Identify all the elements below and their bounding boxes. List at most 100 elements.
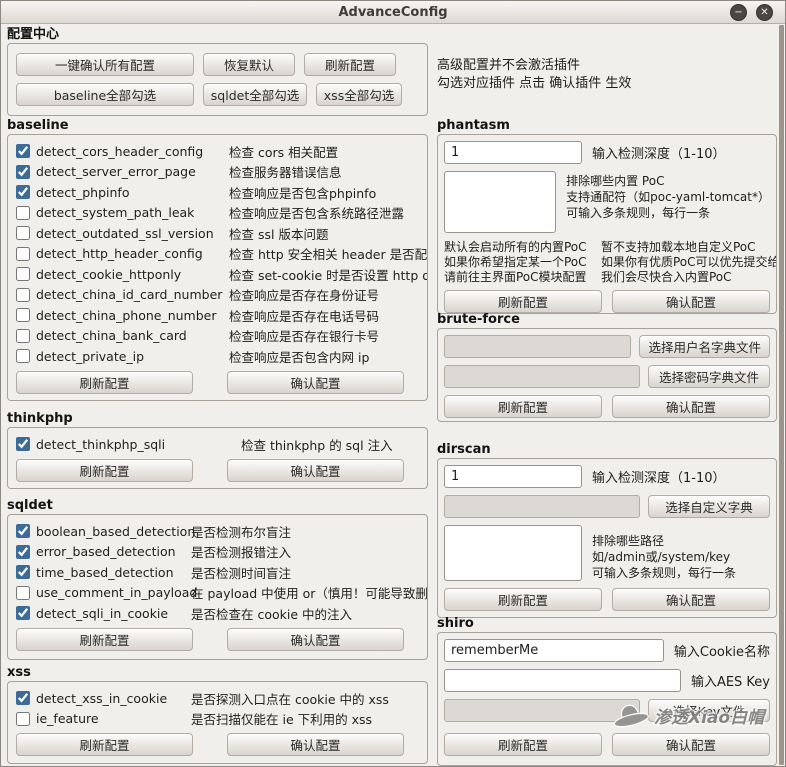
checkbox-row[interactable]: detect_http_header_config 检查 http 安全相关 h… <box>16 244 419 265</box>
checkbox-row[interactable]: detect_system_path_leak 检查响应是否包含系统路径泄露 <box>16 203 419 224</box>
sqldet-group-title: sqldet <box>7 498 428 514</box>
checkbox-row[interactable]: detect_china_phone_number 检查响应是否存在电话号码 <box>16 305 419 326</box>
baseline-confirm-button[interactable]: 确认配置 <box>227 371 404 394</box>
item-checkbox[interactable] <box>16 691 30 705</box>
dirscan-depth-input[interactable] <box>444 465 582 488</box>
checkbox-row[interactable]: error_based_detection 是否检测报错注入 <box>16 542 419 563</box>
item-checkbox[interactable] <box>16 308 30 322</box>
item-checkbox[interactable] <box>16 267 30 281</box>
refresh-all-configs-button[interactable]: 刷新配置 <box>304 53 396 76</box>
phantasm-confirm-button[interactable]: 确认配置 <box>612 290 770 313</box>
shiro-cookie-name-input[interactable] <box>444 639 664 662</box>
checkbox-row[interactable]: use_comment_in_payload 在 payload 中使用 or（… <box>16 583 419 604</box>
shiro-refresh-button[interactable]: 刷新配置 <box>444 733 602 756</box>
phantasm-info-left: 默认会启动所有的内置PoC 如果你希望指定某一个PoC 请前往主界面PoC模块配… <box>444 240 601 285</box>
restore-defaults-button[interactable]: 恢复默认 <box>203 53 295 76</box>
note-line: 暂不支持加载本地自定义PoC <box>601 240 770 255</box>
phantasm-depth-input[interactable] <box>444 141 582 164</box>
checkbox-row[interactable]: detect_xss_in_cookie 是否探测入口点在 cookie 中的 … <box>16 688 419 709</box>
item-desc: 是否检测布尔盲注 <box>191 522 291 541</box>
item-checkbox[interactable] <box>16 437 30 451</box>
phantasm-action-row: 刷新配置 确认配置 <box>444 290 770 313</box>
item-checkbox[interactable] <box>16 329 30 343</box>
thinkphp-confirm-button[interactable]: 确认配置 <box>227 459 404 482</box>
scrollbar-thumb[interactable] <box>779 25 784 765</box>
phantasm-exclude-textarea[interactable] <box>444 171 556 233</box>
window-title: AdvanceConfig <box>338 5 447 20</box>
item-checkbox[interactable] <box>16 545 30 559</box>
sqldet-refresh-button[interactable]: 刷新配置 <box>16 628 193 651</box>
xss-select-all-button[interactable]: xss全部勾选 <box>316 83 402 106</box>
baseline-group: baseline detect_cors_header_config 检查 co… <box>7 118 428 401</box>
brute-force-group-title: brute-force <box>437 312 777 328</box>
dirscan-frame: 输入检测深度（1-10） 选择自定义字典 排除哪些路径 如/admin或/sys… <box>437 458 777 618</box>
checkbox-row[interactable]: detect_server_error_page 检查服务器错误信息 <box>16 162 419 183</box>
bruteforce-password-dict-button[interactable]: 选择密码字典文件 <box>648 365 770 388</box>
bruteforce-confirm-button[interactable]: 确认配置 <box>612 395 770 418</box>
item-checkbox[interactable] <box>16 606 30 620</box>
dirscan-exclude-textarea[interactable] <box>444 525 582 581</box>
item-checkbox[interactable] <box>16 144 30 158</box>
item-label: ie_feature <box>36 711 99 726</box>
sqldet-select-all-button[interactable]: sqldet全部勾选 <box>203 83 307 106</box>
item-checkbox[interactable] <box>16 206 30 220</box>
checkbox-row[interactable]: detect_phpinfo 检查响应是否包含phpinfo <box>16 182 419 203</box>
item-checkbox[interactable] <box>16 165 30 179</box>
item-checkbox[interactable] <box>16 565 30 579</box>
checkbox-row[interactable]: detect_sqli_in_cookie 是否检查在 cookie 中的注入 <box>16 603 419 624</box>
item-checkbox[interactable] <box>16 712 30 726</box>
close-button[interactable]: ✕ <box>756 4 773 21</box>
item-checkbox[interactable] <box>16 247 30 261</box>
thinkphp-refresh-button[interactable]: 刷新配置 <box>16 459 193 482</box>
checkbox-row[interactable]: detect_cors_header_config 检查 cors 相关配置 <box>16 141 419 162</box>
item-checkbox[interactable] <box>16 288 30 302</box>
phantasm-refresh-button[interactable]: 刷新配置 <box>444 290 602 313</box>
checkbox-row[interactable]: detect_china_bank_card 检查响应是否存在银行卡号 <box>16 326 419 347</box>
item-checkbox[interactable] <box>16 185 30 199</box>
xss-refresh-button[interactable]: 刷新配置 <box>16 733 193 756</box>
item-label: detect_xss_in_cookie <box>36 691 167 706</box>
thinkphp-action-row: 刷新配置 确认配置 <box>16 459 419 482</box>
config-center-title: 配置中心 <box>7 27 428 43</box>
bruteforce-refresh-button[interactable]: 刷新配置 <box>444 395 602 418</box>
item-checkbox[interactable] <box>16 349 30 363</box>
sqldet-confirm-button[interactable]: 确认配置 <box>227 628 404 651</box>
bruteforce-username-dict-button[interactable]: 选择用户名字典文件 <box>639 335 770 358</box>
item-checkbox[interactable] <box>16 524 30 538</box>
shiro-confirm-button[interactable]: 确认配置 <box>612 733 770 756</box>
checkbox-row[interactable]: detect_thinkphp_sqli 检查 thinkphp 的 sql 注… <box>16 434 419 455</box>
checkbox-row[interactable]: detect_private_ip 检查响应是否包含内网 ip <box>16 346 419 367</box>
dirscan-dict-button[interactable]: 选择自定义字典 <box>648 495 770 518</box>
checkbox-row[interactable]: time_based_detection 是否检测时间盲注 <box>16 562 419 583</box>
phantasm-exclude-notes: 排除哪些内置 PoC 支持通配符（如poc-yaml-tomcat*） 可输入多… <box>566 171 770 221</box>
checkbox-row[interactable]: boolean_based_detection 是否检测布尔盲注 <box>16 521 419 542</box>
checkbox-row[interactable]: detect_china_id_card_number 检查响应是否存在身份证号 <box>16 285 419 306</box>
sqldet-group: sqldet boolean_based_detection 是否检测布尔盲注 … <box>7 498 428 660</box>
confirm-all-configs-button[interactable]: 一键确认所有配置 <box>16 53 194 76</box>
baseline-refresh-button[interactable]: 刷新配置 <box>16 371 193 394</box>
item-desc: 检查服务器错误信息 <box>229 162 342 181</box>
bruteforce-username-path-field <box>444 335 631 358</box>
config-button-row-1: 一键确认所有配置 恢复默认 刷新配置 <box>16 53 419 76</box>
note-line: 默认会启动所有的内置PoC <box>444 240 601 255</box>
shiro-aes-key-input[interactable] <box>444 669 681 692</box>
scrollbar[interactable] <box>779 25 784 765</box>
minimize-button[interactable]: − <box>730 4 747 21</box>
item-desc: 是否探测入口点在 cookie 中的 xss <box>191 689 389 708</box>
checkbox-row[interactable]: ie_feature 是否扫描仅能在 ie 下利用的 xss <box>16 709 419 730</box>
item-label: detect_china_id_card_number <box>36 287 222 302</box>
brute-force-frame: 选择用户名字典文件 选择密码字典文件 刷新配置 确认配置 <box>437 328 777 422</box>
shiro-key-file-button[interactable]: 选择Key文件 <box>648 699 770 722</box>
baseline-select-all-button[interactable]: baseline全部勾选 <box>16 83 194 106</box>
shiro-key-path-field <box>444 699 640 722</box>
item-checkbox[interactable] <box>16 586 30 600</box>
checkbox-row[interactable]: detect_cookie_httponly 检查 set-cookie 时是否… <box>16 264 419 285</box>
dirscan-confirm-button[interactable]: 确认配置 <box>612 588 770 611</box>
shiro-aes-label: 输入AES Key <box>691 671 770 690</box>
baseline-action-row: 刷新配置 确认配置 <box>16 371 419 394</box>
item-label: detect_china_phone_number <box>36 308 217 323</box>
item-checkbox[interactable] <box>16 226 30 240</box>
xss-confirm-button[interactable]: 确认配置 <box>227 733 404 756</box>
dirscan-refresh-button[interactable]: 刷新配置 <box>444 588 602 611</box>
checkbox-row[interactable]: detect_outdated_ssl_version 检查 ssl 版本问题 <box>16 223 419 244</box>
